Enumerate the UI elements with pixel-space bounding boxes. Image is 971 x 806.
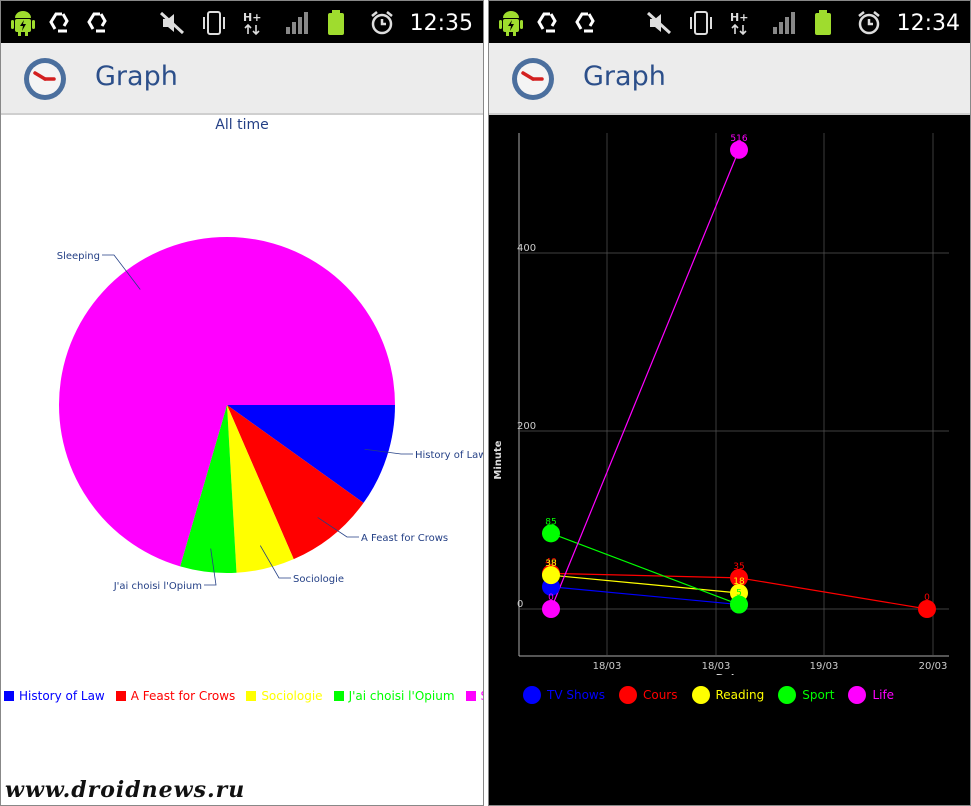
status-bar: H+ 12:35 — [1, 1, 483, 43]
alarm-icon — [368, 9, 396, 37]
hplus-signal-icon: H+ — [242, 9, 270, 37]
line-legend: TV Shows Cours Reading Sport Life — [519, 686, 904, 704]
y-tick-label: 0 — [517, 599, 523, 610]
line-chart-area: 18/0318/0319/0320/030200400DateMinute255… — [489, 115, 970, 805]
x-tick-label: 20/03 — [919, 661, 948, 672]
series-line — [550, 574, 740, 594]
legend-label: J'ai choisi l'Opium — [348, 689, 455, 703]
vibrate-icon — [687, 9, 715, 37]
legend-item: Sport — [774, 686, 834, 704]
recycle-icon — [47, 9, 75, 37]
legend-swatch — [246, 691, 257, 701]
legend-swatch — [333, 691, 344, 701]
legend-item: TV Shows — [519, 686, 605, 704]
pie-slice-label: Sleeping — [57, 251, 100, 262]
legend-swatch — [4, 691, 14, 701]
legend-marker — [523, 686, 541, 704]
pie-chart: History of Law A Feast for Crows Sociologi… — [57, 237, 483, 592]
pie-legend: History of Law A Feast for Crows Sociologi… — [1, 689, 483, 703]
android-icon — [9, 9, 37, 37]
pie-slice-label: Sociologie — [293, 574, 344, 585]
legend-item: Life — [844, 686, 894, 704]
legend-marker — [691, 686, 710, 704]
y-axis-label: Minute — [493, 440, 504, 479]
status-time: 12:35 — [409, 10, 473, 36]
legend-label: A Feast for Crows — [130, 689, 236, 703]
recycle-icon — [535, 9, 563, 37]
hplus-signal-icon: H+ — [729, 9, 757, 37]
recycle-icon — [573, 9, 601, 37]
clock-app-icon[interactable] — [509, 55, 557, 103]
legend-label: History of Law — [19, 689, 105, 703]
legend-item: Cours — [615, 686, 678, 704]
data-label: 516 — [730, 134, 747, 144]
data-label: 85 — [545, 517, 556, 527]
series-line — [550, 149, 740, 610]
app-title: Graph — [583, 61, 666, 92]
pie-slice-label: History of Law — [415, 450, 483, 461]
watermark: www.droidnews.ru — [5, 777, 246, 803]
svg-text:H+: H+ — [730, 11, 748, 24]
recycle-icon — [85, 9, 113, 37]
legend-marker — [848, 686, 867, 704]
vibrate-icon — [200, 9, 228, 37]
status-time: 12:34 — [896, 10, 960, 36]
action-bar: Graph — [489, 43, 970, 115]
legend-label: TV Shows — [547, 688, 605, 702]
legend-label: Sleeping — [481, 689, 483, 703]
data-label: 38 — [545, 559, 557, 569]
legend-label: Sport — [802, 688, 835, 702]
data-label: 35 — [733, 562, 744, 572]
legend-label: Cours — [642, 688, 678, 702]
legend-marker — [618, 686, 637, 704]
legend-item: A Feast for Crows — [113, 689, 236, 703]
y-tick-label: 200 — [517, 421, 536, 432]
left-phone-screen: H+ 12:35 Graph All time History of Law A … — [0, 0, 484, 806]
mute-icon — [645, 9, 673, 37]
legend-label: Reading — [715, 688, 765, 702]
legend-item: History of Law — [1, 689, 105, 703]
legend-swatch — [465, 691, 476, 701]
clock-app-icon[interactable] — [21, 55, 69, 103]
series-line — [550, 586, 740, 606]
legend-label: Sociologie — [261, 689, 323, 703]
line-chart: 18/0318/0319/0320/030200400DateMinute255… — [493, 133, 949, 675]
signal-bars-icon — [771, 9, 799, 37]
x-tick-label: 18/03 — [702, 661, 731, 672]
status-bar: H+ 12:34 — [489, 1, 970, 43]
mute-icon — [158, 9, 186, 37]
legend-item: J'ai choisi l'Opium — [331, 689, 455, 703]
legend-swatch — [115, 691, 126, 701]
pie-chart-area: All time History of Law A Feast for Crows… — [1, 115, 483, 805]
action-bar: Graph — [1, 43, 483, 115]
pie-slice-label: A Feast for Crows — [361, 533, 448, 544]
pie-slice-label: J'ai choisi l'Opium — [113, 581, 202, 592]
android-icon — [497, 9, 525, 37]
data-label: 18 — [733, 577, 745, 587]
legend-item: Sociologie — [243, 689, 323, 703]
data-label: 5 — [736, 589, 742, 599]
signal-bars-icon — [284, 9, 312, 37]
legend-item: Reading — [688, 686, 765, 704]
legend-marker — [778, 686, 797, 704]
alarm-icon — [855, 9, 883, 37]
x-tick-label: 18/03 — [593, 661, 622, 672]
legend-label: Life — [872, 688, 895, 702]
data-label: 0 — [924, 593, 930, 603]
data-label: 0 — [548, 593, 554, 603]
svg-text:H+: H+ — [243, 11, 261, 24]
app-title: Graph — [95, 61, 178, 92]
battery-icon — [813, 9, 841, 37]
battery-icon — [326, 9, 354, 37]
legend-item: Sleeping — [463, 689, 483, 703]
x-axis-label: Date — [716, 673, 743, 675]
right-phone-screen: H+ 12:34 Graph 18/03 18/03 19/03 20/03 0 200 4… — [488, 0, 971, 806]
x-tick-label: 19/03 — [810, 661, 839, 672]
series-line — [550, 532, 740, 606]
y-tick-label: 400 — [517, 243, 536, 254]
